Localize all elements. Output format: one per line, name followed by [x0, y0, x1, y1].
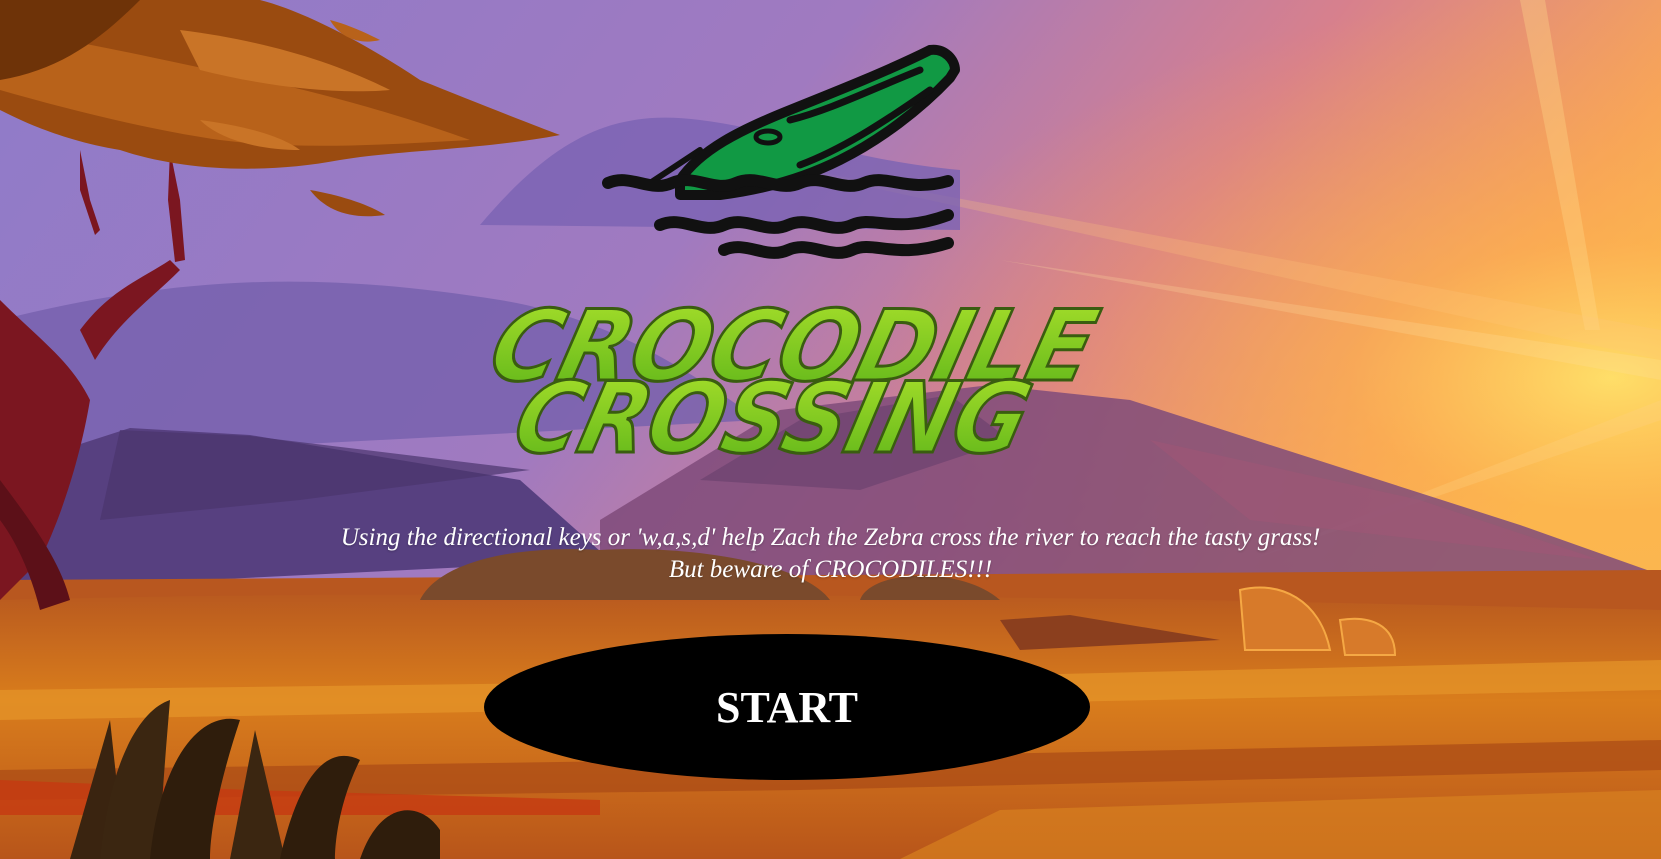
start-button[interactable]: START: [484, 634, 1090, 780]
instructions: Using the directional keys or 'w,a,s,d' …: [0, 522, 1661, 586]
instructions-line-2: But beware of CROCODILES!!!: [668, 556, 993, 583]
instructions-line-1: Using the directional keys or 'w,a,s,d' …: [340, 524, 1321, 551]
